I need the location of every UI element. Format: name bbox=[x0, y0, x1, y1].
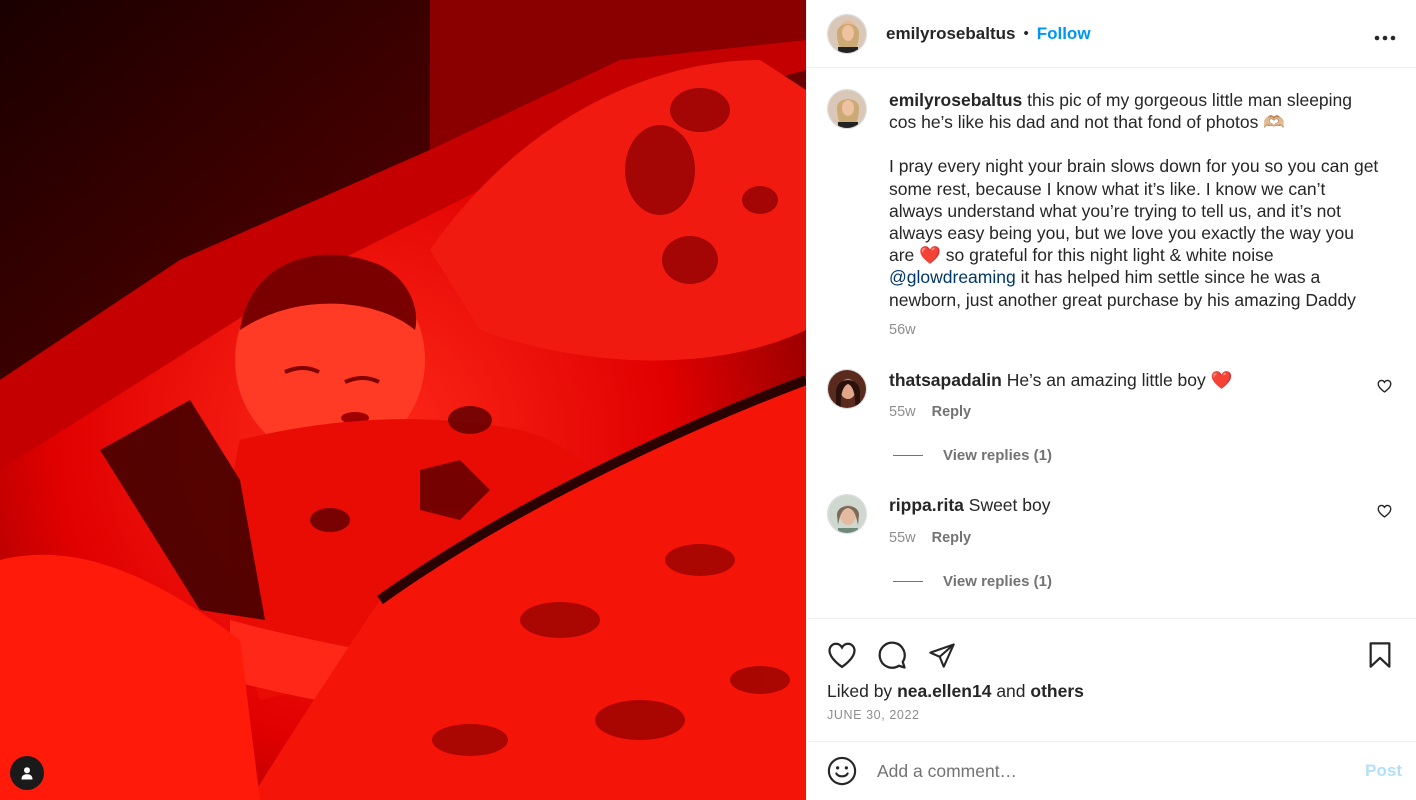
author-username[interactable]: emilyrosebaltus bbox=[886, 24, 1015, 44]
view-replies-button[interactable]: View replies (1) bbox=[893, 573, 1396, 590]
post-date[interactable]: JUNE 30, 2022 bbox=[827, 708, 1396, 722]
comment-text: Sweet boy bbox=[968, 495, 1051, 516]
commenter-avatar[interactable] bbox=[827, 494, 867, 535]
liked-by-user-link[interactable]: nea.ellen14 bbox=[897, 681, 991, 701]
post-comment-button[interactable]: Post bbox=[1365, 761, 1402, 781]
caption-username[interactable]: emilyrosebaltus bbox=[889, 90, 1022, 110]
view-replies-line bbox=[893, 580, 923, 582]
follow-button[interactable]: Follow bbox=[1037, 24, 1091, 44]
caption-author-avatar[interactable] bbox=[827, 89, 867, 129]
view-replies-button[interactable]: View replies (1) bbox=[893, 447, 1396, 464]
header-separator: • bbox=[1023, 25, 1029, 42]
commenter-avatar[interactable] bbox=[827, 369, 867, 410]
comment-item: thatsapadalin He’s an amazing little boy… bbox=[827, 369, 1396, 423]
likes-others-link[interactable]: others bbox=[1030, 681, 1083, 701]
reply-button[interactable]: Reply bbox=[932, 527, 972, 549]
comments-list[interactable]: emilyrosebaltus this pic of my gorgeous … bbox=[807, 69, 1416, 617]
post-side-panel: emilyrosebaltus • Follow emilyrosebaltus… bbox=[806, 0, 1416, 800]
commenter-username[interactable]: thatsapadalin bbox=[889, 370, 1002, 390]
comment-input[interactable] bbox=[877, 760, 1366, 782]
comment-age[interactable]: 55w bbox=[889, 527, 916, 549]
likes-prefix: Liked by bbox=[827, 681, 893, 701]
like-comment-heart-icon[interactable] bbox=[1377, 379, 1392, 398]
caption-age[interactable]: 56w bbox=[889, 319, 916, 341]
share-paper-plane-icon[interactable] bbox=[927, 641, 957, 669]
post-header: emilyrosebaltus • Follow bbox=[807, 0, 1416, 68]
save-bookmark-icon[interactable] bbox=[1368, 641, 1392, 669]
caption-text-2: I pray every night your brain slows down… bbox=[889, 156, 1379, 266]
comment-text: He’s an amazing little boy ❤️ bbox=[1006, 370, 1233, 391]
sleeping-child-image bbox=[0, 0, 806, 800]
comment-bubble-icon[interactable] bbox=[877, 640, 907, 670]
view-replies-line bbox=[893, 455, 923, 457]
view-replies-label: View replies (1) bbox=[943, 447, 1052, 465]
tagged-users-button[interactable] bbox=[10, 756, 44, 790]
caption: emilyrosebaltus this pic of my gorgeous … bbox=[827, 89, 1396, 341]
likes-summary: Liked by nea.ellen14 and others bbox=[827, 681, 1396, 702]
more-options-icon[interactable] bbox=[1374, 21, 1396, 47]
action-bar bbox=[827, 619, 1396, 685]
reply-button[interactable]: Reply bbox=[932, 401, 972, 423]
like-comment-heart-icon[interactable] bbox=[1377, 504, 1392, 523]
post-actions-section: Liked by nea.ellen14 and others JUNE 30,… bbox=[807, 618, 1416, 722]
like-heart-icon[interactable] bbox=[827, 641, 857, 669]
comment-item: rippa.rita Sweet boy 55w Reply bbox=[827, 494, 1396, 548]
likes-and: and bbox=[996, 681, 1026, 701]
commenter-username[interactable]: rippa.rita bbox=[889, 495, 964, 515]
add-comment-bar: Post bbox=[807, 741, 1416, 800]
author-avatar[interactable] bbox=[827, 13, 867, 54]
comment-age[interactable]: 55w bbox=[889, 401, 916, 423]
post-photo[interactable] bbox=[0, 0, 806, 800]
user-icon bbox=[21, 767, 33, 780]
view-replies-label: View replies (1) bbox=[943, 572, 1052, 590]
emoji-picker-icon[interactable] bbox=[827, 756, 857, 786]
caption-mention-link[interactable]: @glowdreaming bbox=[889, 267, 1016, 287]
